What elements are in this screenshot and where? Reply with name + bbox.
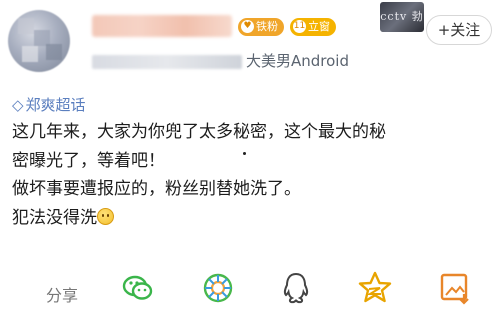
- speck-dot: [243, 152, 246, 155]
- save-image-icon[interactable]: [437, 270, 473, 306]
- post-meta-blurred: [92, 55, 242, 69]
- share-bar: 分享: [0, 268, 499, 312]
- post-source: 大美男Android: [246, 52, 349, 70]
- vip-decoration-text: cctv 勃博: [380, 10, 424, 23]
- follow-button[interactable]: +关注: [426, 15, 492, 45]
- post-line: 这几年来，大家为你兜了太多秘密，这个最大的秘: [12, 122, 386, 142]
- share-label: 分享: [46, 286, 79, 305]
- avatar[interactable]: [8, 10, 70, 72]
- post-line: 密曝光了，等着吧！: [12, 150, 165, 171]
- topic-link[interactable]: ◇ 郑爽超话: [12, 94, 86, 115]
- post-line-with-emoji: 犯法没得洗: [12, 204, 490, 233]
- avatar-pixel: [18, 18, 34, 34]
- fan-badge-label: 铁粉: [256, 20, 278, 33]
- post-line: 做坏事要遭报应的，粉丝别替她洗了。: [12, 179, 301, 199]
- level-badge-label: 立窗: [308, 20, 330, 33]
- username-blurred[interactable]: [92, 15, 232, 37]
- moments-icon[interactable]: [200, 270, 236, 306]
- avatar-pixel: [22, 46, 38, 62]
- level-badge[interactable]: 11 立窗: [290, 18, 336, 36]
- level-icon: 11: [293, 20, 306, 33]
- heart-coin-icon: ♥: [241, 20, 254, 33]
- smile-emoji-icon: [97, 207, 114, 225]
- wechat-icon[interactable]: [120, 270, 156, 306]
- follow-label: +关注: [437, 21, 481, 39]
- topic-label: 郑爽超话: [25, 96, 86, 114]
- post-line: 犯法没得洗: [12, 207, 97, 228]
- qq-icon[interactable]: [278, 270, 314, 306]
- fan-badge[interactable]: ♥ 铁粉: [238, 18, 284, 36]
- diamond-topic-icon: ◇: [12, 96, 24, 114]
- vip-decoration-image: cctv 勃博: [380, 2, 424, 32]
- qzone-star-icon[interactable]: [357, 270, 393, 306]
- avatar-pixel: [46, 44, 62, 60]
- post-body: 这几年来，大家为你兜了太多秘密，这个最大的秘 密曝光了，等着吧！ 做坏事要遭报应…: [12, 118, 490, 232]
